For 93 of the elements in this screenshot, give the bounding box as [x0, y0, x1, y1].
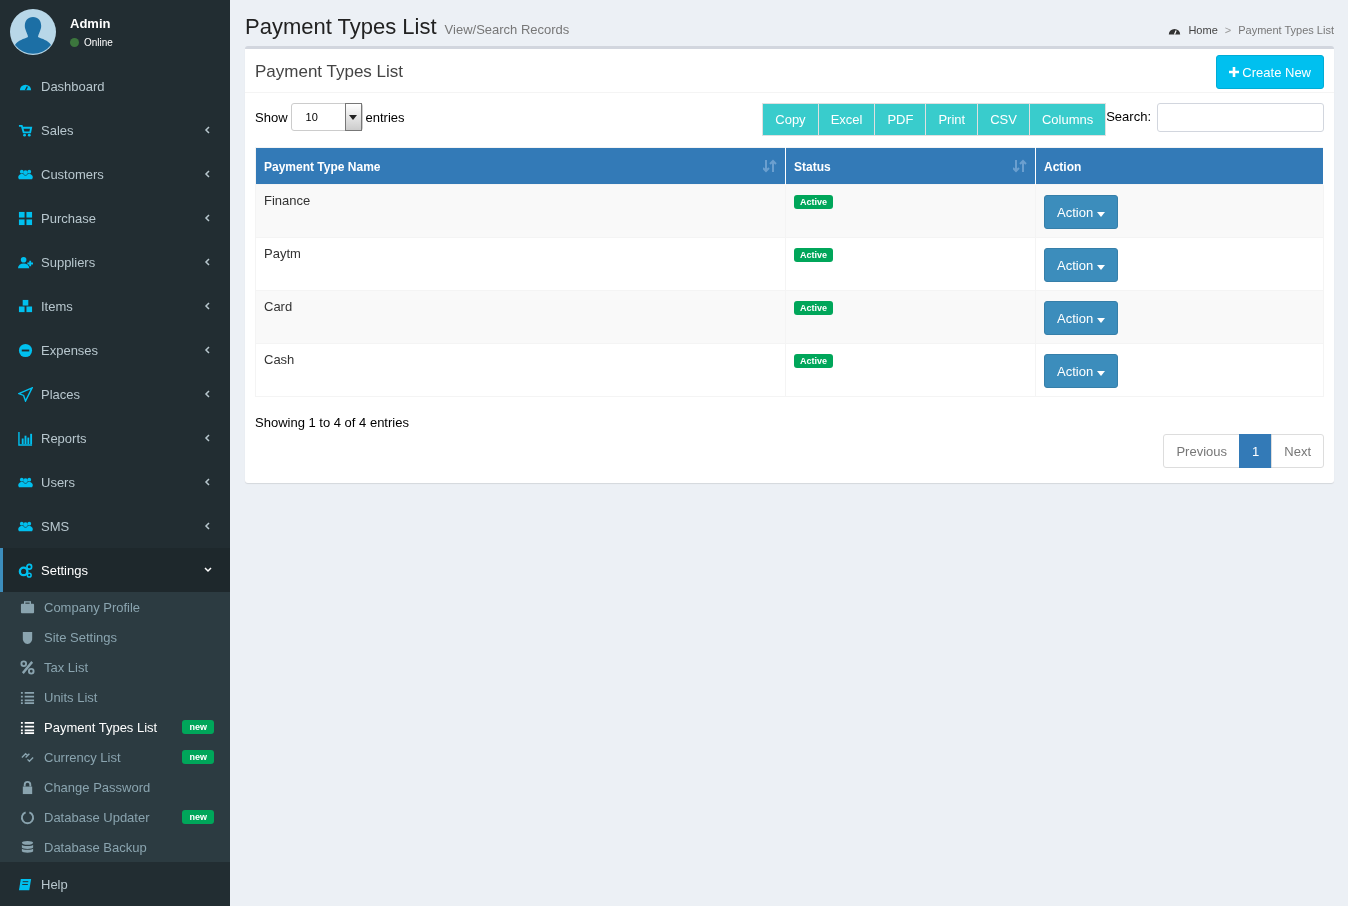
- chevron-down-icon: [203, 565, 213, 575]
- chevron-left-icon: [203, 125, 213, 135]
- sidebar-item[interactable]: Settings: [0, 548, 230, 592]
- column-header[interactable]: Payment Type Name: [255, 147, 786, 185]
- sidebar-item[interactable]: Items: [0, 284, 230, 328]
- submenu-item[interactable]: Currency List new: [0, 742, 230, 772]
- action-dropdown-button[interactable]: Action: [1044, 354, 1118, 388]
- status-label: Active: [794, 248, 833, 262]
- caret-down-icon: [349, 114, 358, 120]
- plus-icon: [1229, 67, 1240, 77]
- action-dropdown-button[interactable]: Action: [1044, 301, 1118, 335]
- caret-down-icon: [1096, 370, 1105, 376]
- sidebar-item[interactable]: Reports: [0, 416, 230, 460]
- table-cell: Finance: [264, 193, 311, 208]
- sort-icon: [1013, 159, 1027, 173]
- shield-icon: [20, 629, 35, 645]
- chevron-left-icon: [203, 301, 213, 311]
- table-cell: Paytm: [264, 246, 301, 261]
- chevron-left-icon: [203, 169, 213, 179]
- lock-icon: [20, 779, 35, 795]
- new-badge: new: [182, 810, 214, 824]
- table-cell: Cash: [264, 352, 295, 367]
- sidebar-item[interactable]: Places: [0, 372, 230, 416]
- box-title: Payment Types List: [255, 62, 404, 82]
- new-badge: new: [182, 750, 214, 764]
- table-info: Showing 1 to 4 of 4 entries: [255, 415, 410, 430]
- search-field[interactable]: [1157, 103, 1324, 132]
- submenu-item[interactable]: Units List: [0, 682, 230, 712]
- submenu-item[interactable]: Database Updater new: [0, 802, 230, 832]
- sidebar-item[interactable]: Users: [0, 460, 230, 504]
- table-cell: Card: [264, 299, 293, 314]
- submenu-item[interactable]: Site Settings: [0, 622, 230, 652]
- chevron-left-icon: [203, 257, 213, 267]
- breadcrumb-separator: >: [1224, 24, 1232, 36]
- chevron-left-icon: [203, 213, 213, 223]
- action-dropdown-button[interactable]: Action: [1044, 195, 1118, 229]
- entries-label: entries: [365, 109, 405, 125]
- circle-notch-icon: [20, 809, 35, 825]
- briefcase-icon: [20, 599, 35, 615]
- avatar-silhouette-icon: [10, 9, 56, 55]
- pagination-button[interactable]: Next: [1271, 434, 1324, 468]
- grid-icon: [18, 210, 33, 226]
- chevron-left-icon: [203, 433, 213, 443]
- sidebar-item[interactable]: Dashboard: [0, 64, 230, 108]
- submenu-item[interactable]: Company Profile: [0, 592, 230, 622]
- sidebar-item[interactable]: Help: [0, 862, 230, 906]
- percent-icon: [20, 659, 35, 675]
- status-label: Active: [794, 301, 833, 315]
- bar-chart-icon: [18, 430, 33, 446]
- show-label: Show: [255, 109, 288, 125]
- page-title: Payment Types List: [245, 14, 437, 40]
- breadcrumb-link[interactable]: Home: [1188, 24, 1218, 36]
- sidebar-item[interactable]: Sales: [0, 108, 230, 152]
- caret-down-icon: [1096, 211, 1105, 217]
- database-icon: [20, 839, 35, 855]
- page-length-select[interactable]: 10: [290, 103, 363, 131]
- chevron-left-icon: [203, 389, 213, 399]
- user-status: Online: [84, 37, 113, 48]
- sidebar-item[interactable]: Expenses: [0, 328, 230, 372]
- status-label: Active: [794, 195, 833, 209]
- submenu-item[interactable]: Database Backup: [0, 832, 230, 862]
- submenu-item[interactable]: Tax List: [0, 652, 230, 682]
- user-name: Admin: [70, 16, 112, 31]
- column-header[interactable]: Action: [1035, 147, 1324, 185]
- breadcrumb-current: Payment Types List: [1238, 24, 1334, 36]
- submenu-item[interactable]: Change Password: [0, 772, 230, 802]
- sidebar-item[interactable]: SMS: [0, 504, 230, 548]
- action-dropdown-button[interactable]: Action: [1044, 248, 1118, 282]
- chevron-left-icon: [203, 477, 213, 487]
- book-icon: [18, 876, 33, 892]
- caret-down-icon: [1096, 317, 1105, 323]
- page-subtitle: View/Search Records: [444, 22, 570, 37]
- status-label: Active: [794, 354, 833, 368]
- column-header[interactable]: Status: [785, 147, 1036, 185]
- sidebar-item[interactable]: Purchase: [0, 196, 230, 240]
- paper-plane-icon: [18, 386, 33, 402]
- cart-icon: [18, 122, 33, 138]
- pagination-button[interactable]: Previous: [1163, 434, 1241, 468]
- user-plus-icon: [18, 254, 33, 270]
- caret-down-icon: [1096, 264, 1105, 270]
- search-label: Search:: [1106, 109, 1151, 124]
- minus-circle-icon: [18, 342, 33, 358]
- submenu-item[interactable]: Payment Types List new: [0, 712, 230, 742]
- sidebar-item[interactable]: Suppliers: [0, 240, 230, 284]
- chevron-left-icon: [203, 521, 213, 531]
- pagination-button[interactable]: 1: [1239, 434, 1273, 468]
- chevron-left-icon: [203, 345, 213, 355]
- sort-icon: [763, 159, 777, 173]
- list-icon: [20, 719, 35, 735]
- list-icon: [20, 689, 35, 705]
- cubes-icon: [18, 298, 33, 314]
- new-badge: new: [182, 720, 214, 734]
- sidebar-item[interactable]: Customers: [0, 152, 230, 196]
